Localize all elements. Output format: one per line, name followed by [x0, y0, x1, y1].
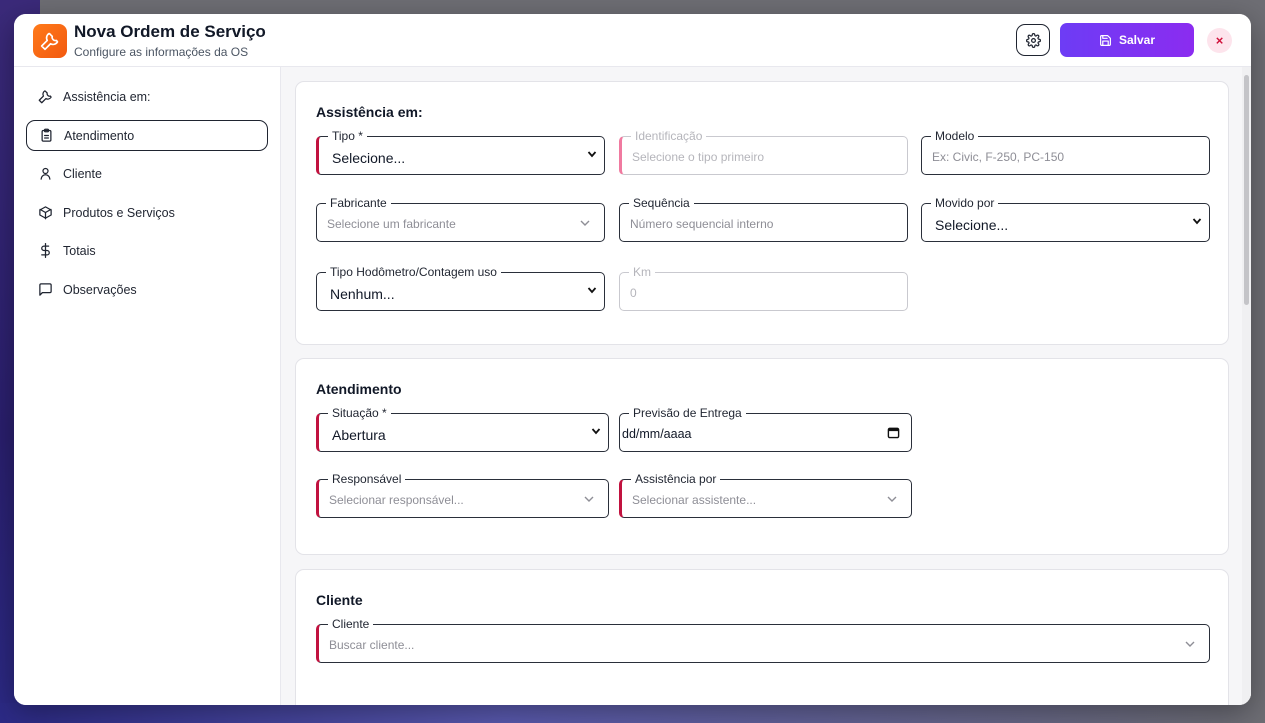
page-title: Nova Ordem de Serviço — [74, 22, 266, 41]
card-atendimento: Atendimento Situação * Abertura Previsão… — [295, 358, 1229, 555]
content-scrollbar[interactable] — [1242, 67, 1251, 705]
field-value: Nenhum... — [330, 286, 395, 302]
page-subtitle: Configure as informações da OS — [74, 45, 249, 59]
sidebar-item-label: Atendimento — [64, 128, 135, 143]
wrench-logo-icon — [33, 24, 67, 58]
chevron-down-icon — [587, 151, 597, 158]
floppy-disk-icon — [1100, 34, 1111, 46]
field-label: Identificação — [631, 128, 707, 144]
comment-icon — [37, 282, 53, 298]
save-button[interactable]: Salvar — [1060, 23, 1194, 57]
field-placeholder: Buscar cliente... — [329, 638, 415, 652]
field-placeholder: 0 — [630, 286, 637, 300]
field-label: Tipo * — [328, 128, 367, 144]
chevron-down-icon — [584, 496, 594, 502]
sidebar-item-label: Produtos e Serviços — [63, 205, 175, 220]
calendar-icon[interactable] — [887, 426, 900, 439]
situacao-select[interactable]: Situação * Abertura — [316, 405, 609, 452]
chevron-down-icon — [591, 428, 601, 435]
sidebar-item-assistencia[interactable]: Assistência em: — [26, 81, 268, 112]
card-cliente: Cliente Cliente Buscar cliente... — [295, 569, 1229, 705]
form-content: Assistência em: Tipo * Selecione... Iden… — [281, 67, 1251, 705]
user-icon — [37, 166, 53, 182]
chevron-down-icon — [580, 220, 590, 226]
field-placeholder: Selecionar assistente... — [632, 493, 757, 507]
scrollbar-thumb[interactable] — [1244, 75, 1249, 305]
card-assistencia: Assistência em: Tipo * Selecione... Iden… — [295, 81, 1229, 345]
card-title-assistencia: Assistência em: — [316, 104, 423, 120]
dollar-icon — [37, 243, 53, 259]
card-title-cliente: Cliente — [316, 592, 363, 608]
sidebar-item-label: Cliente — [63, 166, 102, 181]
box-icon — [37, 205, 53, 221]
chevron-down-icon — [1185, 641, 1195, 647]
settings-button[interactable] — [1016, 24, 1050, 56]
km-input[interactable]: Km 0 — [619, 264, 908, 311]
gear-icon — [1025, 32, 1041, 48]
field-value: dd/mm/aaaa — [622, 427, 692, 441]
field-label: Movido por — [931, 195, 999, 211]
field-label: Previsão de Entrega — [629, 405, 746, 421]
field-label: Tipo Hodômetro/Contagem uso — [326, 264, 501, 280]
assistencia-por-select[interactable]: Assistência por Selecionar assistente... — [619, 471, 912, 518]
field-value: Selecione... — [935, 217, 1009, 233]
field-placeholder: Selecionar responsável... — [329, 493, 464, 507]
sidebar-item-produtos[interactable]: Produtos e Serviços — [26, 197, 268, 228]
field-placeholder: Ex: Civic, F-250, PC-150 — [932, 150, 1065, 164]
chevron-down-icon — [587, 287, 597, 294]
field-placeholder: Selecione um fabricante — [327, 217, 456, 231]
field-value: Selecione... — [332, 150, 406, 166]
save-button-label: Salvar — [1118, 33, 1156, 47]
field-value: Abertura — [332, 427, 386, 443]
responsavel-select[interactable]: Responsável Selecionar responsável... — [316, 471, 609, 518]
section-sidebar: Assistência em: Atendimento Cliente Prod… — [14, 67, 281, 705]
field-placeholder: Número sequencial interno — [630, 217, 774, 231]
sidebar-item-totais[interactable]: Totais — [26, 235, 268, 266]
field-label: Cliente — [328, 616, 374, 632]
service-order-modal: Nova Ordem de Serviço Configure as infor… — [14, 14, 1251, 705]
clipboard-icon — [38, 128, 54, 144]
field-label: Fabricante — [326, 195, 391, 211]
field-label: Km — [629, 264, 655, 280]
chevron-down-icon — [1192, 218, 1202, 225]
close-icon: × — [1215, 33, 1224, 48]
field-label: Responsável — [328, 471, 406, 487]
field-label: Situação * — [328, 405, 391, 421]
sequencia-input[interactable]: Sequência Número sequencial interno — [619, 195, 908, 242]
backdrop-bottom — [0, 703, 1265, 723]
sidebar-item-observacoes[interactable]: Observações — [26, 274, 268, 305]
field-label: Modelo — [931, 128, 979, 144]
card-title-atendimento: Atendimento — [316, 381, 402, 397]
modal-header: Nova Ordem de Serviço Configure as infor… — [14, 14, 1251, 67]
chevron-down-icon — [887, 496, 897, 502]
sidebar-item-cliente[interactable]: Cliente — [26, 158, 268, 189]
cliente-search-select[interactable]: Cliente Buscar cliente... — [316, 616, 1210, 663]
field-label: Sequência — [629, 195, 694, 211]
movido-por-select[interactable]: Movido por Selecione... — [921, 195, 1210, 242]
sidebar-item-atendimento[interactable]: Atendimento — [26, 120, 268, 151]
wrench-icon — [37, 89, 53, 105]
previsao-entrega-date[interactable]: Previsão de Entrega dd/mm/aaaa — [619, 405, 912, 452]
tipo-select[interactable]: Tipo * Selecione... — [316, 128, 605, 175]
close-button[interactable]: × — [1207, 28, 1232, 53]
sidebar-item-label: Totais — [63, 243, 96, 258]
modelo-input[interactable]: Modelo Ex: Civic, F-250, PC-150 — [921, 128, 1210, 175]
tipo-hodometro-select[interactable]: Tipo Hodômetro/Contagem uso Nenhum... — [316, 264, 605, 311]
fabricante-select[interactable]: Fabricante Selecione um fabricante — [316, 195, 605, 242]
field-placeholder: Selecione o tipo primeiro — [632, 150, 765, 164]
field-label: Assistência por — [631, 471, 721, 487]
sidebar-item-label: Observações — [63, 282, 137, 297]
identificacao-field[interactable]: Identificação Selecione o tipo primeiro — [619, 128, 908, 175]
sidebar-item-label: Assistência em: — [63, 89, 151, 104]
